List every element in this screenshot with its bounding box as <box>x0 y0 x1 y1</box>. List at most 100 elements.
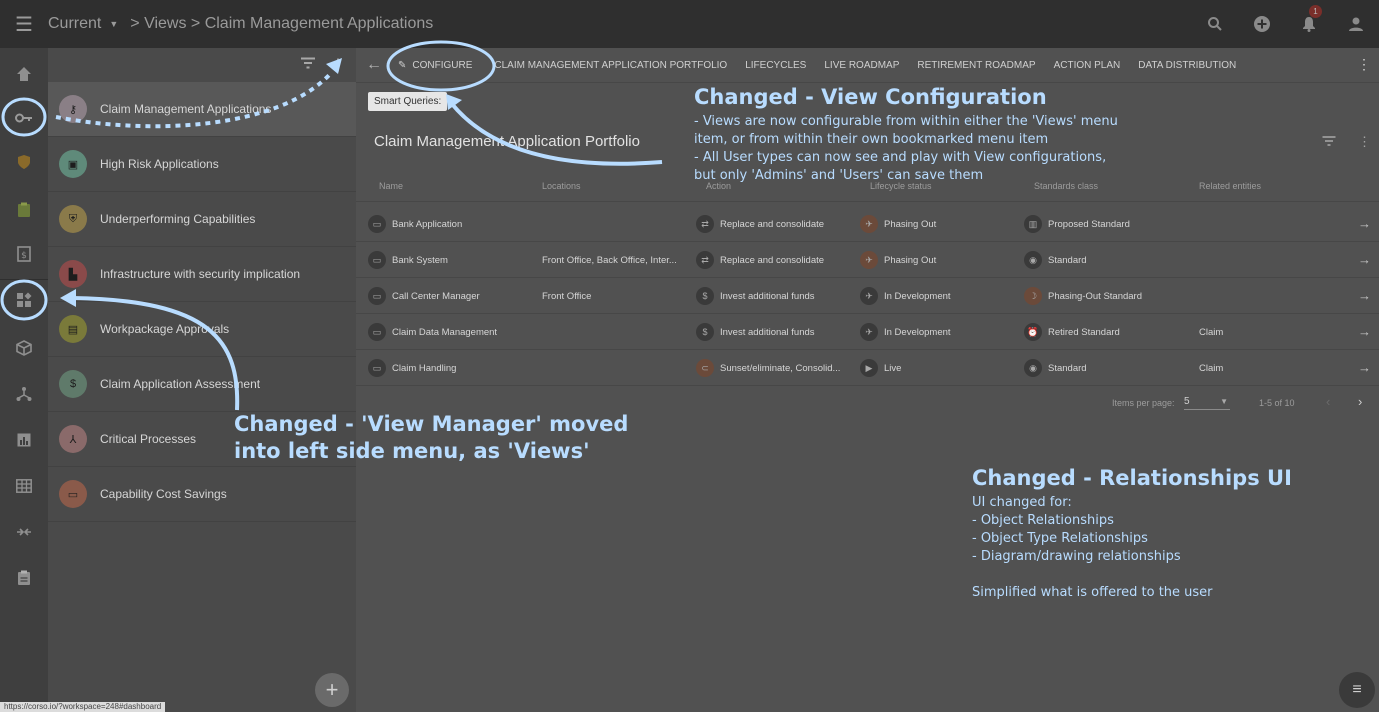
dollar-doc-icon[interactable]: $ <box>0 234 48 274</box>
view-item[interactable]: $ Claim Application Assessment <box>48 357 356 412</box>
hierarchy-icon[interactable] <box>0 374 48 414</box>
arrow-right-icon[interactable]: → <box>1358 324 1371 339</box>
cell-action: Invest additional funds <box>720 326 815 338</box>
tab-live-roadmap[interactable]: LIVE ROADMAP <box>824 60 899 71</box>
cell-name: Claim Data Management <box>392 326 498 338</box>
prev-page-icon[interactable]: ‹ <box>1326 394 1330 409</box>
view-item[interactable]: ⚷ Claim Management Applications <box>48 82 356 137</box>
annotation-relationships-title: Changed - Relationships UI <box>972 466 1292 490</box>
clipboard-icon[interactable] <box>0 190 48 230</box>
tab-data-distribution[interactable]: DATA DISTRIBUTION <box>1138 60 1236 71</box>
views-key-icon[interactable] <box>0 98 48 138</box>
menu-lines-icon[interactable]: ≡ <box>1339 672 1375 708</box>
top-bar: ☰ Current ▼ > Views > Claim Management A… <box>0 0 1379 48</box>
dollar-icon: $ <box>59 370 87 398</box>
table-row[interactable]: ▭ Bank Application ⇄ Replace and consolida… <box>356 206 1379 242</box>
sunset-icon: ⊂ <box>696 359 714 377</box>
standard-eye-icon: ◉ <box>1024 251 1042 269</box>
tab-label: LIFECYCLES <box>745 59 807 71</box>
breadcrumb: Current ▼ > Views > Claim Management App… <box>48 15 433 33</box>
replace-icon: ⇄ <box>696 215 714 233</box>
tab-portfolio[interactable]: CLAIM MANAGEMENT APPLICATION PORTFOLIO <box>494 60 727 71</box>
workspace-selector[interactable]: Current <box>48 15 101 33</box>
next-page-icon[interactable]: › <box>1358 394 1362 409</box>
shield-icon: ⛨ <box>59 205 87 233</box>
user-account-icon[interactable] <box>1332 0 1379 48</box>
cell-lifecycle: Live <box>884 362 902 374</box>
cell-name: Bank System <box>392 254 448 266</box>
pagination-range: 1-5 of 10 <box>1259 398 1295 408</box>
more-vert-icon[interactable]: ⋮ <box>330 55 346 75</box>
cell-lifecycle: Phasing Out <box>884 254 937 266</box>
items-per-page-select[interactable]: 5 ▼ <box>1184 396 1230 410</box>
arrow-right-icon[interactable]: → <box>1358 360 1371 375</box>
views-dashboard-icon[interactable] <box>0 280 48 320</box>
cell-action: Sunset/eliminate, Consolid... <box>720 362 841 374</box>
items-per-page-label: Items per page: <box>1112 398 1175 408</box>
more-vert-icon[interactable]: ⋮ <box>1358 134 1371 150</box>
smart-queries-chip[interactable]: Smart Queries: <box>368 92 448 111</box>
view-item[interactable]: ▤ Workpackage Approvals <box>48 302 356 357</box>
view-item[interactable]: ⛨ Underperforming Capabilities <box>48 192 356 247</box>
view-item[interactable]: ▙ Infrastructure with security implicati… <box>48 247 356 302</box>
column-header-locations[interactable]: Locations <box>542 181 581 191</box>
factory-icon: ▙ <box>59 260 87 288</box>
status-url: https://corso.io/?workspace=248#dashboar… <box>0 702 166 712</box>
cell-standard: Retired Standard <box>1048 326 1120 338</box>
tab-action-plan[interactable]: ACTION PLAN <box>1054 60 1121 71</box>
more-vert-icon[interactable]: ⋮ <box>1357 56 1371 73</box>
annotation-relationships-body: UI changed for: - Object Relationships -… <box>972 494 1213 602</box>
tab-retirement-roadmap[interactable]: RETIREMENT ROADMAP <box>917 60 1035 71</box>
task-clipboard-icon[interactable] <box>0 558 48 598</box>
back-arrow-icon[interactable]: ← <box>356 56 392 74</box>
merge-arrows-icon[interactable] <box>0 512 48 552</box>
view-item-label: Claim Application Assessment <box>100 377 261 391</box>
view-item[interactable]: ▭ Capability Cost Savings <box>48 467 356 522</box>
phasing-out-icon: ✈ <box>860 251 878 269</box>
search-icon[interactable] <box>1191 0 1238 48</box>
column-header-related[interactable]: Related entities <box>1199 181 1261 191</box>
table-row[interactable]: ▭ Bank System Front Office, Back Office, … <box>356 242 1379 278</box>
application-icon: ▭ <box>368 287 386 305</box>
view-item-label: Infrastructure with security implication <box>100 267 301 281</box>
shield-check-icon[interactable] <box>0 142 48 182</box>
table-row[interactable]: ▭ Claim Handling ⊂ Sunset/eliminate, Conso… <box>356 350 1379 386</box>
tab-label: CONFIGURE <box>412 59 473 71</box>
svg-text:$: $ <box>21 251 27 261</box>
view-tabs: ← ✎ CONFIGURE CLAIM MANAGEMENT APPLICATI… <box>356 48 1379 83</box>
filter-icon[interactable] <box>300 56 316 74</box>
table-row[interactable]: ▭ Claim Data Management $ Invest additiona… <box>356 314 1379 350</box>
column-header-name[interactable]: Name <box>379 181 403 191</box>
chevron-down-icon[interactable]: ▼ <box>109 19 118 29</box>
table-row[interactable]: ▭ Call Center Manager Front Office $ Inves… <box>356 278 1379 314</box>
add-view-button[interactable]: + <box>315 673 349 707</box>
views-list-panel: ⋮ ⚷ Claim Management Applications ▣ High… <box>48 48 356 712</box>
grid-table-icon[interactable] <box>0 466 48 506</box>
annotation-view-config-title: Changed - View Configuration <box>694 85 1047 109</box>
arrow-right-icon[interactable]: → <box>1358 252 1371 267</box>
breadcrumb-path: > Views > Claim Management Applications <box>130 15 434 32</box>
annotation-line: UI changed for: <box>972 495 1072 510</box>
hamburger-menu-icon[interactable]: ☰ <box>0 0 48 48</box>
cell-related: Claim <box>1199 362 1224 374</box>
bar-chart-icon[interactable] <box>0 420 48 460</box>
add-circle-icon[interactable] <box>1238 0 1285 48</box>
in-development-icon: ✈ <box>860 287 878 305</box>
money-icon: ▭ <box>59 480 87 508</box>
cube-icon[interactable] <box>0 328 48 368</box>
cell-name: Claim Handling <box>392 362 457 374</box>
network-icon: ⅄ <box>59 425 87 453</box>
view-item[interactable]: ▣ High Risk Applications <box>48 137 356 192</box>
in-development-icon: ✈ <box>860 323 878 341</box>
arrow-right-icon[interactable]: → <box>1358 288 1371 303</box>
dollar-icon: $ <box>696 323 714 341</box>
annotation-line <box>972 566 1213 584</box>
notifications-bell-icon[interactable]: 1 <box>1285 0 1332 48</box>
annotation-line: Changed - 'View Manager' moved <box>234 412 629 436</box>
tab-configure[interactable]: ✎ CONFIGURE <box>398 60 472 71</box>
home-icon[interactable] <box>0 54 48 94</box>
tab-lifecycles[interactable]: LIFECYCLES <box>745 60 806 71</box>
filter-icon[interactable] <box>1322 134 1336 150</box>
annotation-view-config-body: - Views are now configurable from within… <box>694 113 1118 185</box>
arrow-right-icon[interactable]: → <box>1358 216 1371 231</box>
